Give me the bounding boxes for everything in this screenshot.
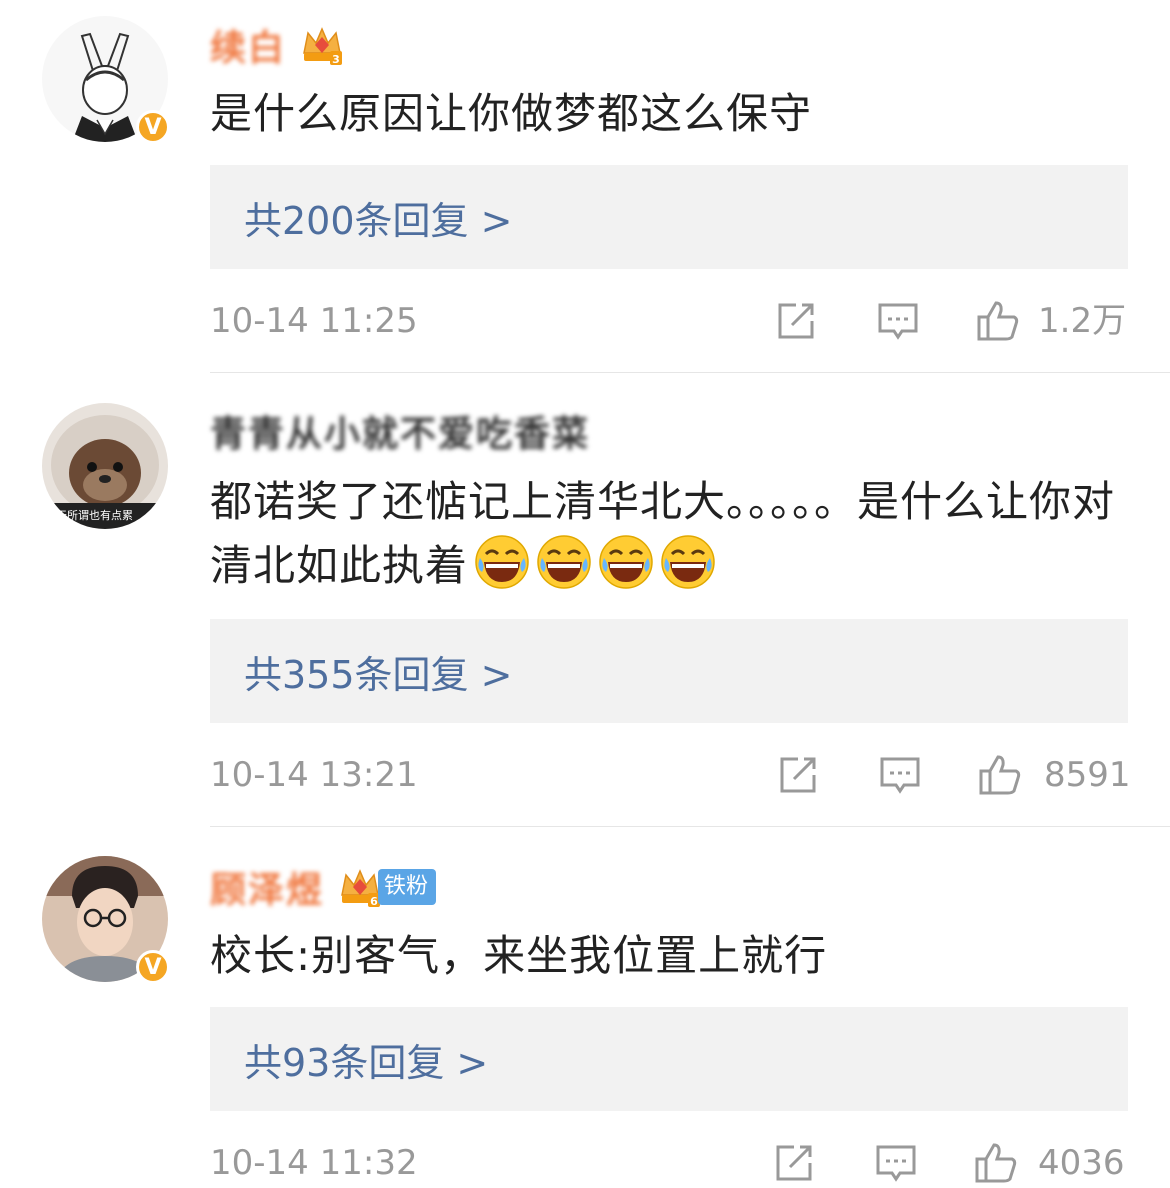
username-row: 青青从小就不爱吃香菜 — [210, 406, 590, 456]
laugh-cry-emoji — [599, 535, 653, 589]
avatar[interactable]: V — [42, 16, 170, 144]
like-icon[interactable] — [978, 753, 1022, 797]
username[interactable]: 续白 — [210, 19, 286, 71]
view-replies-button[interactable]: 共93条回复 > — [210, 1007, 1128, 1111]
comment-text: 都诺奖了还惦记上清华北大。。。。。是什么让你对清北如此执着 — [210, 470, 1130, 598]
comment-meta: 10-14 11:25 1.2万 — [210, 296, 1130, 346]
svg-text:3: 3 — [332, 53, 340, 66]
avatar-caption: 天所谓也有点累 — [56, 509, 133, 522]
comment-item: V 续白 3 是什么原因让你做梦都这么保守 共200条回复 > 10-14 11… — [0, 0, 1170, 372]
like-icon[interactable] — [974, 1141, 1018, 1185]
comment-icon[interactable] — [878, 753, 922, 797]
laugh-cry-emoji — [537, 535, 591, 589]
timestamp: 10-14 11:25 — [210, 301, 418, 341]
like-icon[interactable] — [976, 299, 1020, 343]
timestamp: 10-14 11:32 — [210, 1143, 418, 1183]
username-row: 续白 3 — [210, 20, 344, 70]
laugh-cry-emoji — [661, 535, 715, 589]
like-count: 8591 — [1044, 755, 1131, 795]
avatar[interactable]: V — [42, 856, 170, 984]
crown-level-6-icon[interactable]: 6 — [338, 865, 382, 909]
comment-meta: 10-14 11:32 4036 — [210, 1138, 1130, 1188]
fan-badge[interactable]: 铁粉 — [378, 869, 437, 905]
view-replies-button[interactable]: 共355条回复 > — [210, 619, 1128, 723]
comment-icon[interactable] — [876, 299, 920, 343]
username-row: 顾泽煜 6 铁粉 — [210, 861, 437, 913]
verified-badge: V — [136, 110, 170, 144]
timestamp: 10-14 13:21 — [210, 755, 418, 795]
like-count: 1.2万 — [1038, 301, 1127, 341]
view-replies-button[interactable]: 共200条回复 > — [210, 165, 1128, 269]
crown-level-3-icon[interactable]: 3 — [300, 23, 344, 67]
avatar[interactable]: 天所谓也有点累 — [42, 403, 168, 529]
verified-badge: V — [136, 950, 170, 984]
share-icon[interactable] — [774, 299, 818, 343]
share-icon[interactable] — [772, 1141, 816, 1185]
comment-item: 天所谓也有点累 青青从小就不爱吃香菜 都诺奖了还惦记上清华北大。。。。。是什么让… — [0, 372, 1170, 826]
comment-meta: 10-14 13:21 8591 — [210, 750, 1131, 800]
comment-icon[interactable] — [874, 1141, 918, 1185]
laugh-cry-emoji — [475, 535, 529, 589]
username[interactable]: 顾泽煜 — [210, 861, 324, 913]
share-icon[interactable] — [776, 753, 820, 797]
like-count: 4036 — [1038, 1143, 1125, 1183]
comment-text: 是什么原因让你做梦都这么保守 — [210, 89, 813, 138]
svg-text:6: 6 — [370, 895, 378, 908]
comment-item: V 顾泽煜 6 铁粉 校长:别客气，来坐我位置上就行 共93条回复 > 10-1… — [0, 826, 1170, 1187]
username[interactable]: 青青从小就不爱吃香菜 — [210, 405, 590, 457]
comment-text: 校长:别客气，来坐我位置上就行 — [210, 931, 828, 980]
